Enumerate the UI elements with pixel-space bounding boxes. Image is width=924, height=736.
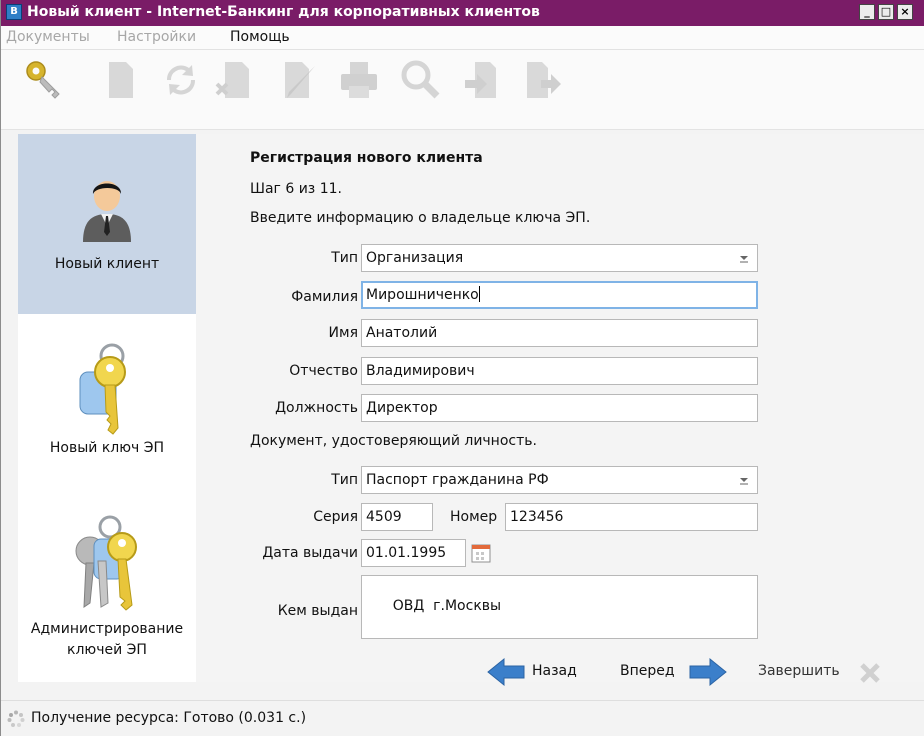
- sidebar-item-label: ключей ЭП: [67, 642, 147, 658]
- step-indicator: Шаг 6 из 11.: [250, 181, 342, 197]
- sidebar-item-key-admin[interactable]: Администрирование ключей ЭП: [18, 499, 196, 682]
- back-button[interactable]: Назад: [532, 663, 577, 679]
- last-name-field[interactable]: Мирошниченко: [361, 281, 758, 309]
- calendar-icon[interactable]: [470, 542, 492, 564]
- number-label: Номер: [450, 509, 498, 525]
- status-bar: Получение ресурса: Готово (0.031 с.): [1, 700, 924, 736]
- sidebar-item-new-client[interactable]: Новый клиент: [18, 134, 196, 314]
- position-label: Должность: [275, 400, 358, 416]
- menu-settings[interactable]: Настройки: [117, 29, 196, 45]
- series-value: 4509: [366, 509, 402, 525]
- first-name-field[interactable]: Анатолий: [361, 319, 758, 347]
- window-title: Новый клиент - Internet-Банкинг для корп…: [27, 4, 540, 20]
- app-icon: B: [6, 4, 22, 20]
- number-field[interactable]: 123456: [505, 503, 758, 531]
- client-type-select[interactable]: Организация: [361, 244, 758, 272]
- number-value: 123456: [510, 509, 564, 525]
- doc-type-label: Тип: [331, 472, 358, 488]
- last-name-value: Мирошниченко: [366, 287, 479, 303]
- maximize-button[interactable]: □: [878, 4, 894, 20]
- issued-by-textarea[interactable]: ОВД г.Москвы: [361, 575, 758, 639]
- issued-by-label: Кем выдан: [277, 603, 358, 619]
- close-button[interactable]: ×: [897, 4, 913, 20]
- last-name-label: Фамилия: [291, 289, 358, 305]
- menu-bar: Документы Настройки Помощь: [1, 26, 924, 50]
- main-window: B Новый клиент - Internet-Банкинг для ко…: [0, 0, 924, 736]
- sidebar: Новый клиент Новый ключ ЭП Администриров…: [18, 134, 197, 682]
- chevron-down-icon[interactable]: [731, 467, 757, 493]
- position-field[interactable]: Директор: [361, 394, 758, 422]
- series-field[interactable]: 4509: [361, 503, 433, 531]
- type-label: Тип: [331, 250, 358, 266]
- text-caret: [478, 286, 480, 302]
- import-icon[interactable]: [461, 58, 505, 102]
- patronymic-field[interactable]: Владимирович: [361, 357, 758, 385]
- user-icon: [77, 174, 137, 242]
- sidebar-item-label: Новый клиент: [54, 256, 160, 272]
- patronymic-label: Отчество: [289, 363, 358, 379]
- minimize-button[interactable]: _: [859, 4, 875, 20]
- form-heading: Регистрация нового клиента: [250, 150, 483, 166]
- sidebar-item-new-key[interactable]: Новый ключ ЭП: [18, 314, 196, 499]
- instruction-text: Введите информацию о владельце ключа ЭП.: [250, 210, 591, 226]
- close-icon[interactable]: [858, 661, 882, 685]
- client-type-value: Организация: [366, 250, 464, 266]
- sidebar-item-label: Новый ключ ЭП: [49, 440, 165, 456]
- key-icon[interactable]: [23, 58, 67, 102]
- chevron-down-icon[interactable]: [731, 245, 757, 271]
- menu-help[interactable]: Помощь: [230, 29, 290, 45]
- finish-button[interactable]: Завершить: [758, 663, 840, 679]
- registration-form: Регистрация нового клиента Шаг 6 из 11. …: [196, 134, 924, 687]
- sidebar-item-label: Администрирование: [30, 621, 184, 637]
- document-type-value: Паспорт гражданина РФ: [366, 472, 549, 488]
- next-button[interactable]: Вперед: [620, 663, 675, 679]
- edit-icon[interactable]: [277, 58, 321, 102]
- search-icon[interactable]: [399, 58, 443, 102]
- issue-date-label: Дата выдачи: [262, 545, 358, 561]
- next-arrow-icon[interactable]: [688, 657, 728, 687]
- patronymic-value: Владимирович: [366, 363, 475, 379]
- back-arrow-icon[interactable]: [486, 657, 526, 687]
- series-label: Серия: [313, 509, 358, 525]
- first-name-value: Анатолий: [366, 325, 438, 341]
- position-value: Директор: [366, 400, 438, 416]
- keys-icon: [68, 515, 148, 611]
- issue-date-value: 01.01.1995: [366, 545, 447, 561]
- status-text: Получение ресурса: Готово (0.031 с.): [31, 710, 307, 726]
- title-bar[interactable]: B Новый клиент - Internet-Банкинг для ко…: [1, 0, 924, 26]
- delete-icon[interactable]: [213, 58, 257, 102]
- loading-spinner-icon: [7, 710, 25, 728]
- document-section-title: Документ, удостоверяющий личность.: [250, 433, 537, 449]
- document-type-select[interactable]: Паспорт гражданина РФ: [361, 466, 758, 494]
- issued-by-value: ОВД г.Москвы: [392, 598, 502, 614]
- refresh-icon[interactable]: [159, 58, 203, 102]
- export-icon[interactable]: [521, 58, 565, 102]
- key-icon: [72, 342, 142, 436]
- toolbar: [1, 50, 924, 130]
- new-document-icon[interactable]: [99, 58, 143, 102]
- print-icon[interactable]: [337, 58, 381, 102]
- menu-documents[interactable]: Документы: [6, 29, 90, 45]
- first-name-label: Имя: [328, 325, 358, 341]
- issue-date-field[interactable]: 01.01.1995: [361, 539, 466, 567]
